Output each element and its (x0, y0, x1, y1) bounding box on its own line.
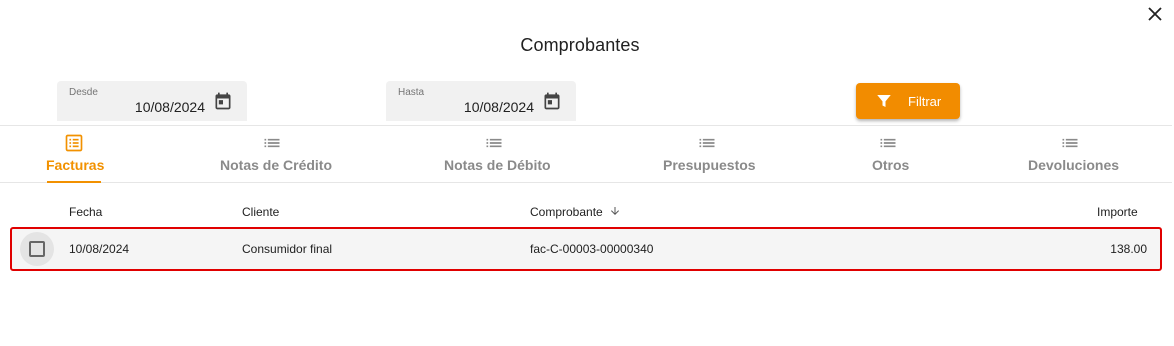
dialog-title: Comprobantes (520, 35, 640, 55)
arrow-down-icon (611, 207, 620, 215)
column-header-fecha[interactable]: Fecha (69, 205, 102, 219)
receipt-list-icon (65, 134, 83, 152)
tab-label: Devoluciones (1028, 157, 1120, 173)
list-icon (880, 138, 896, 148)
cell-importe: 138.00 (1110, 242, 1147, 256)
filter-icon (877, 95, 891, 107)
desde-value[interactable]: 10/08/2024 (135, 99, 205, 115)
tab-label: Otros (872, 157, 910, 173)
column-header-comprobante[interactable]: Comprobante (530, 205, 621, 219)
calendar-icon[interactable] (542, 91, 562, 111)
column-header-importe[interactable]: Importe (1097, 205, 1138, 219)
tab-facturas[interactable]: Facturas (40, 126, 110, 183)
cell-comprobante: fac-C-00003-00000340 (530, 242, 654, 256)
tab-otros[interactable]: Otros (865, 126, 915, 183)
tab-devoluciones[interactable]: Devoluciones (1024, 126, 1124, 183)
list-icon (699, 138, 715, 148)
tab-presupuestos[interactable]: Presupuestos (660, 126, 760, 183)
tab-bar: Facturas Notas de Crédito Notas de Débit… (0, 125, 1172, 183)
close-button[interactable] (1145, 4, 1165, 24)
hasta-value[interactable]: 10/08/2024 (464, 99, 534, 115)
hasta-label: Hasta (398, 87, 425, 98)
list-icon (264, 138, 280, 148)
row-checkbox[interactable] (20, 232, 54, 266)
column-header-cliente[interactable]: Cliente (242, 205, 279, 219)
desde-label: Desde (69, 87, 98, 98)
filter-button[interactable]: Filtrar (856, 83, 960, 119)
list-icon (486, 138, 502, 148)
list-icon (1062, 138, 1078, 148)
tab-label: Facturas (46, 157, 105, 173)
filter-button-label: Filtrar (908, 94, 942, 109)
tab-notas-de-credito[interactable]: Notas de Crédito (215, 126, 335, 183)
desde-date-field[interactable]: Desde 10/08/2024 (57, 81, 247, 121)
cell-fecha: 10/08/2024 (69, 242, 130, 256)
checkbox-box (29, 241, 45, 257)
calendar-icon[interactable] (213, 91, 233, 111)
table-row[interactable]: 10/08/2024 Consumidor final fac-C-00003-… (10, 227, 1162, 271)
tab-notas-de-debito[interactable]: Notas de Débito (440, 126, 560, 183)
tab-label: Notas de Débito (444, 157, 551, 173)
cell-cliente: Consumidor final (242, 242, 333, 256)
hasta-date-field[interactable]: Hasta 10/08/2024 (386, 81, 576, 121)
close-icon (1148, 7, 1162, 21)
column-header-comprobante-label: Comprobante (530, 205, 603, 219)
tab-label: Notas de Crédito (220, 157, 333, 173)
tab-label: Presupuestos (663, 157, 756, 173)
active-tab-indicator (47, 181, 101, 183)
